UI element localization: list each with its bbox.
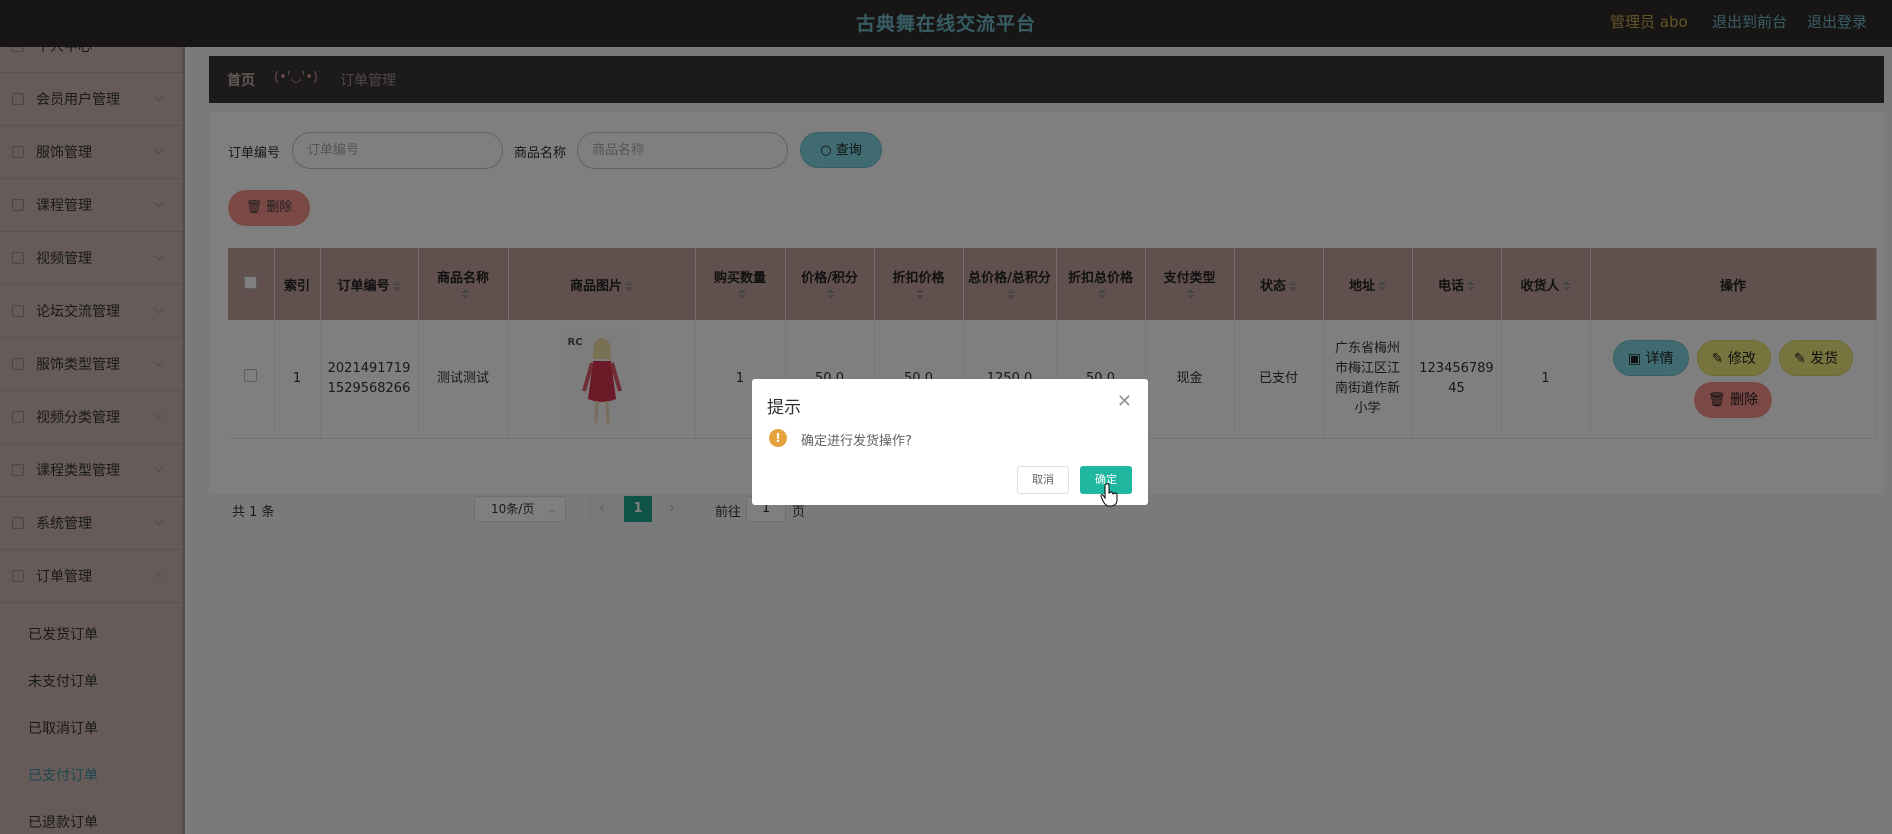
dialog-cancel-button[interactable]: 取消 xyxy=(1017,466,1069,494)
dialog-message: 确定进行发货操作? xyxy=(801,434,912,449)
confirm-dialog: 提示 ✕ ! 确定进行发货操作? 取消 确定 xyxy=(752,379,1148,505)
close-icon[interactable]: ✕ xyxy=(1117,391,1132,412)
dialog-title: 提示 xyxy=(767,398,801,418)
hand-cursor-icon xyxy=(1100,483,1118,507)
warning-icon: ! xyxy=(769,429,787,447)
